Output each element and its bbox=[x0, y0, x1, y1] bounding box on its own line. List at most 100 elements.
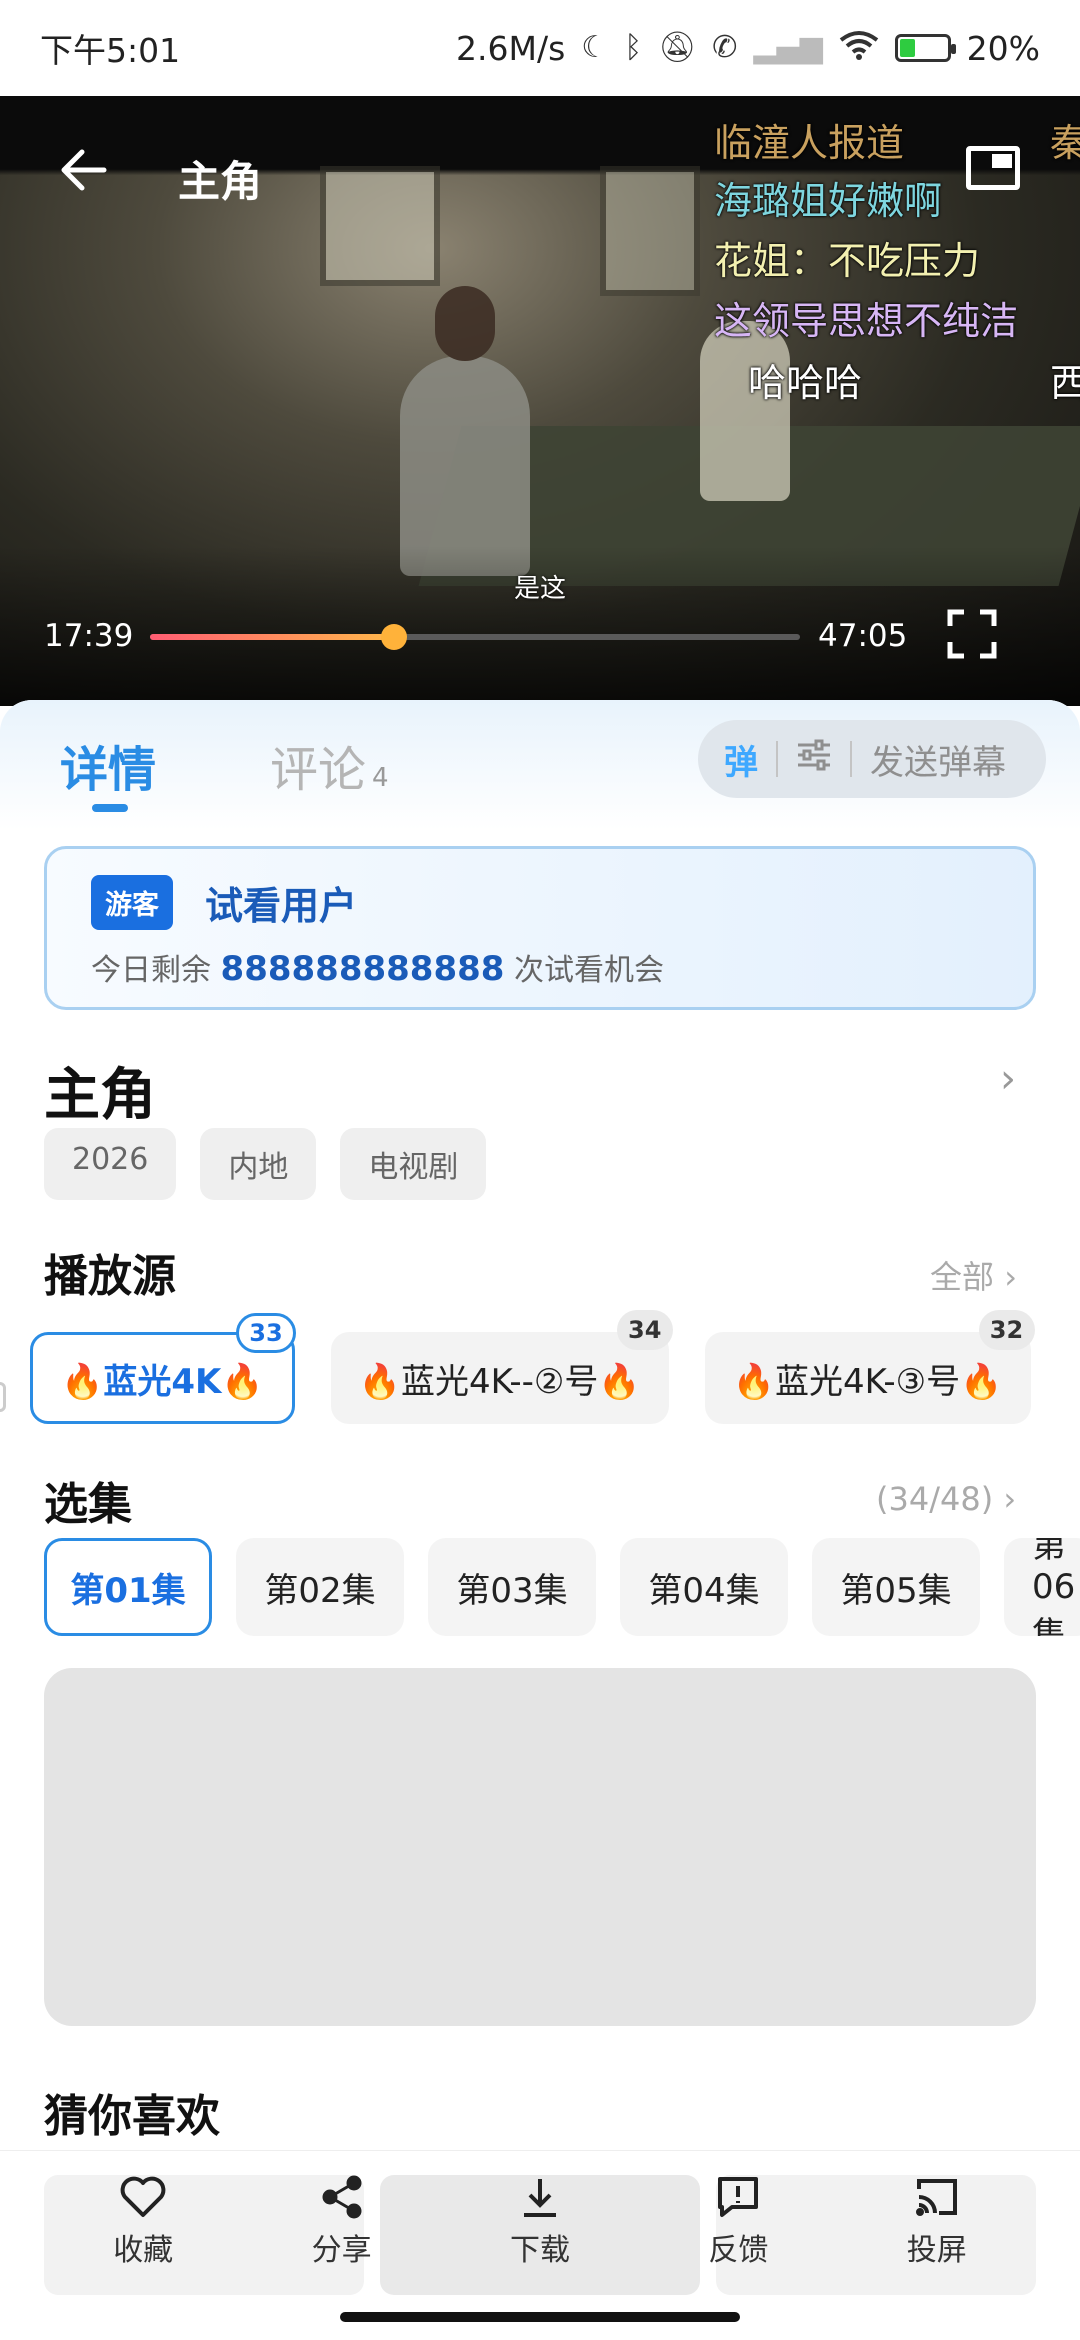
tab-details[interactable]: 详情 bbox=[60, 730, 156, 800]
tab-comments-label: 评论 bbox=[270, 742, 367, 798]
episode-item[interactable]: 第02集 bbox=[236, 1538, 404, 1636]
bell-off-icon: 🔕︎ bbox=[658, 30, 697, 65]
recommend-title: 猜你喜欢 bbox=[44, 2091, 220, 2142]
danmaku-comment: 秦 bbox=[1050, 121, 1080, 165]
danmaku-comment: 这领导思想不纯洁 bbox=[714, 299, 1019, 343]
episode-item[interactable]: 第01集 bbox=[44, 1538, 212, 1636]
status-icons: 2.6M/s ☾ ᛒ 🔕︎ ✆ ▂▄▆ 20% bbox=[456, 29, 1040, 68]
battery-icon bbox=[894, 34, 956, 62]
progress-bar[interactable] bbox=[150, 624, 800, 650]
trial-remaining: 今日剩余 888888888888 次试看机会 bbox=[91, 945, 664, 989]
guest-name: 试看用户 bbox=[205, 884, 358, 928]
feedback-label: 反馈 bbox=[708, 2233, 769, 2268]
sources-all-link[interactable]: 全部 › bbox=[930, 1252, 1017, 1298]
danmaku-bar: 弹 发送弹幕 bbox=[698, 720, 1046, 798]
battery-percent: 20% bbox=[966, 28, 1040, 68]
ad-placeholder[interactable] bbox=[44, 1668, 1036, 2026]
episodes-progress: (34/48) bbox=[876, 1480, 994, 1518]
share-icon bbox=[322, 2175, 362, 2219]
source-item[interactable]: 🔥蓝光4K--②号🔥 34 bbox=[330, 1310, 673, 1424]
net-speed: 2.6M/s bbox=[456, 28, 566, 68]
danmaku-comment: 海璐姐好嫩啊 bbox=[714, 179, 943, 223]
tag-region: 内地 bbox=[200, 1128, 317, 1200]
action-buttons: 收藏 分享 下载 反馈 投屏 bbox=[44, 2169, 1036, 2269]
danmaku-comment: 临潼人报道 bbox=[714, 121, 905, 165]
scene-person bbox=[400, 286, 530, 576]
episode-item[interactable]: 第04集 bbox=[620, 1538, 788, 1636]
trial-suffix: 次试看机会 bbox=[513, 953, 664, 988]
call-icon: ✆ bbox=[712, 30, 738, 65]
danmaku-toggle[interactable]: 弹 bbox=[724, 735, 758, 784]
guest-badge: 游客 bbox=[91, 875, 173, 930]
sources-all-label: 全部 bbox=[930, 1258, 995, 1296]
favorite-button[interactable]: 收藏 bbox=[73, 2169, 213, 2269]
cast-label: 投屏 bbox=[906, 2233, 967, 2268]
fullscreen-button[interactable] bbox=[946, 608, 998, 660]
favorite-label: 收藏 bbox=[113, 2233, 174, 2268]
source-label: 🔥蓝光4K--②号🔥 bbox=[358, 1361, 641, 1402]
feedback-icon bbox=[718, 2177, 759, 2217]
send-danmaku-input[interactable]: 发送弹幕 bbox=[870, 735, 1006, 784]
divider bbox=[776, 741, 778, 777]
tab-comments[interactable]: 评论 4 bbox=[270, 730, 389, 800]
cast-button[interactable]: 投屏 bbox=[867, 2169, 1007, 2269]
scene-person bbox=[700, 321, 790, 501]
show-tags: 2026 内地 电视剧 bbox=[44, 1128, 487, 1200]
progress-played bbox=[150, 634, 394, 640]
home-indicator[interactable] bbox=[340, 2312, 740, 2322]
trial-prefix: 今日剩余 bbox=[91, 953, 211, 988]
source-episode-count: 34 bbox=[616, 1310, 673, 1350]
sources-title: 播放源 bbox=[44, 1251, 176, 1302]
back-button[interactable] bbox=[58, 144, 118, 204]
episode-list: 第01集 第02集 第03集 第04集 第05集 第06集 bbox=[44, 1538, 1080, 1636]
pip-button[interactable] bbox=[966, 146, 1020, 190]
chevron-right-icon: › bbox=[1004, 1258, 1017, 1296]
download-label: 下载 bbox=[509, 2233, 570, 2268]
source-item[interactable]: 🔥蓝光4K🔥 33 bbox=[30, 1313, 296, 1424]
show-title[interactable]: 主角 bbox=[44, 1050, 156, 1131]
feedback-button[interactable]: 反馈 bbox=[668, 2169, 808, 2269]
scene-window bbox=[600, 166, 700, 296]
status-bar: 下午5:01 2.6M/s ☾ ᛒ 🔕︎ ✆ ▂▄▆ 20% bbox=[0, 0, 1080, 96]
tag-type: 电视剧 bbox=[340, 1128, 487, 1200]
episode-item[interactable]: 第05集 bbox=[812, 1538, 980, 1636]
tag-year: 2026 bbox=[44, 1128, 177, 1200]
share-button[interactable]: 分享 bbox=[272, 2169, 412, 2269]
download-button[interactable]: 下载 bbox=[470, 2169, 610, 2269]
share-label: 分享 bbox=[311, 2233, 372, 2268]
chevron-right-icon: › bbox=[1003, 1480, 1017, 1518]
episodes-all-link[interactable]: (34/48) › bbox=[876, 1480, 1016, 1518]
video-player[interactable]: 主角 临潼人报道 秦 海璐姐好嫩啊 花姐：不吃压力 这领导思想不纯洁 哈哈哈 西… bbox=[0, 96, 1080, 706]
trial-count: 888888888888 bbox=[220, 949, 505, 989]
fullscreen-icon bbox=[947, 609, 997, 659]
source-episode-count: 33 bbox=[236, 1313, 296, 1353]
status-time: 下午5:01 bbox=[40, 31, 181, 70]
bluetooth-icon: ᛒ bbox=[624, 30, 643, 65]
progress-handle[interactable] bbox=[380, 624, 407, 650]
signal-icon: ▂▄▆ bbox=[753, 30, 823, 65]
download-icon bbox=[523, 2179, 556, 2217]
sliders-icon[interactable] bbox=[796, 739, 832, 780]
scroll-hint bbox=[0, 1382, 6, 1412]
current-time: 17:39 bbox=[44, 618, 134, 654]
chevron-right-icon[interactable]: › bbox=[1000, 1056, 1016, 1102]
scene-window bbox=[320, 166, 440, 286]
moon-icon: ☾ bbox=[581, 30, 609, 65]
tab-indicator bbox=[92, 804, 128, 812]
danmaku-comment: 西 bbox=[1050, 361, 1080, 405]
divider bbox=[850, 741, 852, 777]
episode-item[interactable]: 第03集 bbox=[428, 1538, 596, 1636]
source-item[interactable]: 🔥蓝光4K-③号🔥 32 bbox=[704, 1310, 1035, 1424]
danmaku-comment: 花姐：不吃压力 bbox=[714, 239, 981, 283]
guest-card: 游客 试看用户 今日剩余 888888888888 次试看机会 bbox=[44, 846, 1036, 1010]
episode-item[interactable]: 第06集 bbox=[1004, 1538, 1080, 1636]
source-episode-count: 32 bbox=[978, 1310, 1035, 1350]
source-label: 🔥蓝光4K-③号🔥 bbox=[732, 1361, 1003, 1402]
source-label: 🔥蓝光4K🔥 bbox=[61, 1361, 264, 1402]
cast-icon bbox=[915, 2179, 957, 2216]
danmaku-comment: 哈哈哈 bbox=[748, 361, 863, 405]
total-time: 47:05 bbox=[818, 618, 908, 654]
comments-count: 4 bbox=[372, 763, 389, 793]
video-subtitle: 是这 bbox=[513, 574, 566, 604]
details-sheet: 详情 评论 4 弹 发送弹幕 游客 试看用户 今日剩余 888888888888 … bbox=[0, 700, 1080, 2340]
